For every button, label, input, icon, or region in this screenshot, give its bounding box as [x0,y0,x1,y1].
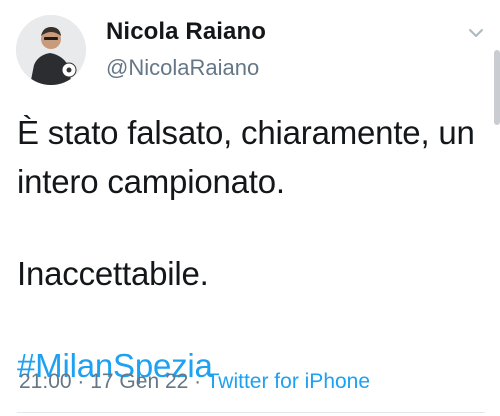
profile-photo-icon [16,15,86,85]
tweet-text-line: Inaccettabile. [17,255,209,292]
chevron-down-icon[interactable] [466,26,486,40]
user-handle[interactable]: @NicolaRaiano [106,55,259,81]
tweet-date[interactable]: 17 Gen 22 [90,370,188,393]
display-name[interactable]: Nicola Raiano [106,18,266,46]
tweet-source-link[interactable]: Twitter for iPhone [207,370,370,393]
tweet-metadata: 21:00 · 17 Gen 22 · Twitter for iPhone [19,370,370,394]
meta-separator: · [71,370,91,393]
tweet-body: È stato falsato, chiaramente, un intero … [17,108,487,390]
avatar[interactable] [16,15,86,85]
tweet-time[interactable]: 21:00 [19,370,72,393]
divider [17,412,485,413]
tweet-text-line: È stato falsato, chiaramente, un intero … [17,114,475,200]
meta-separator: · [188,370,207,393]
scrollbar[interactable] [494,50,500,125]
